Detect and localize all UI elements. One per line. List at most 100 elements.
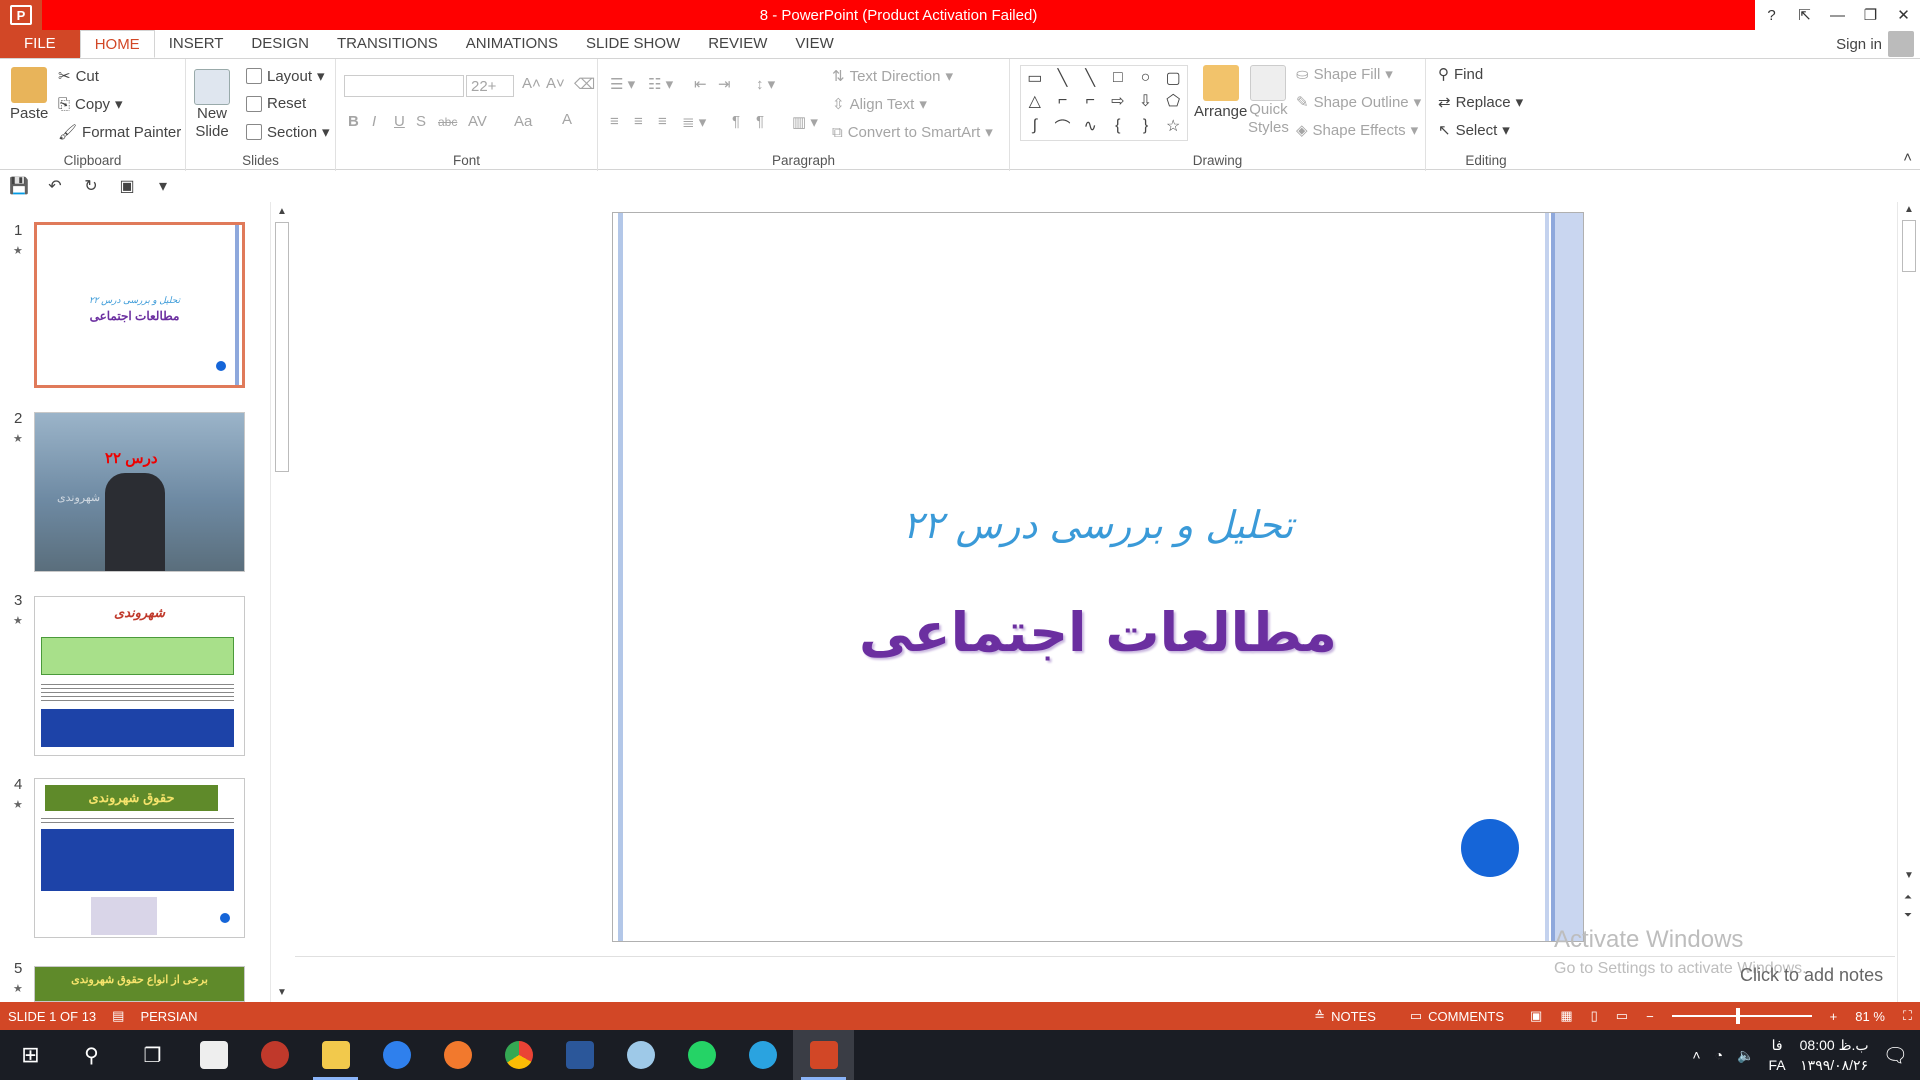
redo-icon[interactable]: ↻: [80, 175, 102, 197]
reading-view-icon[interactable]: ▯: [1591, 1008, 1598, 1024]
thumbnails-scroll-thumb[interactable]: [275, 222, 289, 472]
language-switch[interactable]: فا FA: [1769, 1035, 1786, 1075]
edge-app[interactable]: [366, 1030, 427, 1080]
clear-format-icon[interactable]: ⌫: [574, 75, 595, 93]
tab-home[interactable]: HOME: [79, 30, 155, 58]
tab-file[interactable]: FILE: [0, 30, 80, 58]
convert-smartart-button[interactable]: ⧉ Convert to SmartArt ▾: [832, 123, 993, 142]
slide-scrollbar[interactable]: ▲ ▼ ⏶ ⏷: [1897, 202, 1920, 1002]
shape-fill-button[interactable]: ⛀ Shape Fill ▾: [1296, 65, 1393, 84]
volume-icon[interactable]: 🔈: [1737, 1047, 1754, 1064]
start-button[interactable]: ⊞: [0, 1030, 61, 1080]
new-slide-button[interactable]: New Slide: [194, 69, 230, 141]
scroll-up-icon[interactable]: ▲: [277, 206, 287, 217]
shrink-font-icon[interactable]: A˅: [546, 75, 565, 92]
ribbon-display-button[interactable]: ⇱: [1788, 0, 1821, 30]
zoom-slider[interactable]: [1671, 1008, 1812, 1024]
presentation-app[interactable]: [244, 1030, 305, 1080]
zoom-in-icon[interactable]: +: [1830, 1009, 1838, 1024]
copy-button[interactable]: ⎘ Copy ▾: [58, 95, 123, 114]
powerpoint-icon[interactable]: P: [0, 0, 42, 30]
bullets-icon[interactable]: ☰ ▾: [610, 75, 635, 93]
fit-to-window-icon[interactable]: ⛶: [1903, 1008, 1912, 1024]
decrease-indent-icon[interactable]: ⇤: [694, 75, 707, 93]
close-button[interactable]: ✕: [1887, 0, 1920, 30]
firefox-app[interactable]: [427, 1030, 488, 1080]
telegram-app[interactable]: [732, 1030, 793, 1080]
numbering-icon[interactable]: ☷ ▾: [648, 75, 673, 93]
comments-button[interactable]: ▭ COMMENTS: [1402, 1008, 1512, 1024]
file-explorer-app[interactable]: [305, 1030, 366, 1080]
text-direction-button[interactable]: ⇅ Text Direction ▾: [832, 67, 953, 86]
customize-qat-icon[interactable]: ▾: [152, 175, 174, 197]
notifications-icon[interactable]: 🗨: [1883, 1043, 1908, 1068]
align-center-icon[interactable]: ≡: [634, 113, 643, 130]
find-button[interactable]: ⚲ Find: [1438, 65, 1483, 84]
search-button[interactable]: ⚲: [61, 1030, 122, 1080]
slide-subtitle[interactable]: تحلیل و بررسی درس ۲۲: [613, 503, 1583, 547]
avatar[interactable]: [1888, 31, 1914, 57]
scroll-up-icon[interactable]: ▲: [1904, 204, 1914, 215]
slide-scroll-thumb[interactable]: [1902, 220, 1916, 272]
notes-button[interactable]: ≙ NOTES: [1306, 1008, 1384, 1024]
line-spacing-icon[interactable]: ↕ ▾: [756, 75, 775, 93]
character-spacing-button[interactable]: AV: [468, 113, 487, 130]
zoom-level[interactable]: 81 %: [1855, 1009, 1885, 1024]
strikethrough-button[interactable]: abc: [438, 115, 457, 129]
shape-effects-button[interactable]: ◈ Shape Effects ▾: [1296, 121, 1418, 140]
save-icon[interactable]: 💾: [8, 175, 30, 197]
tab-insert[interactable]: INSERT: [155, 30, 238, 58]
paste-button[interactable]: Paste: [10, 67, 48, 122]
maximize-button[interactable]: ❐: [1854, 0, 1887, 30]
justify-icon[interactable]: ≣ ▾: [682, 113, 706, 131]
grow-font-icon[interactable]: A˄: [522, 75, 541, 92]
reset-button[interactable]: Reset: [246, 95, 306, 112]
whatsapp-app[interactable]: [671, 1030, 732, 1080]
help-button[interactable]: ?: [1755, 0, 1788, 30]
align-text-button[interactable]: ⇳ Align Text ▾: [832, 95, 927, 114]
shadow-button[interactable]: S: [416, 113, 426, 130]
slide-sorter-icon[interactable]: ▦: [1560, 1008, 1572, 1024]
layout-button[interactable]: Layout ▾: [246, 67, 325, 85]
arrange-button[interactable]: Arrange: [1194, 65, 1247, 120]
powerpoint-app[interactable]: [793, 1030, 854, 1080]
paint-app[interactable]: [610, 1030, 671, 1080]
font-size-box[interactable]: 22+: [466, 75, 514, 97]
previous-slide-icon[interactable]: ⏶: [1904, 892, 1912, 903]
font-name-box[interactable]: [344, 75, 464, 97]
tab-design[interactable]: DESIGN: [237, 30, 323, 58]
task-view-button[interactable]: ❐: [122, 1030, 183, 1080]
word-app[interactable]: [549, 1030, 610, 1080]
zoom-slider-knob[interactable]: [1736, 1008, 1741, 1024]
thumbnails-scrollbar[interactable]: ▲ ▼: [270, 202, 292, 1002]
format-painter-button[interactable]: 🖌 Format Painter: [58, 123, 181, 142]
shape-outline-button[interactable]: ✎ Shape Outline ▾: [1296, 93, 1421, 112]
next-slide-icon[interactable]: ⏷: [1904, 910, 1912, 921]
undo-icon[interactable]: ↶: [44, 175, 66, 197]
slideshow-view-icon[interactable]: ▭: [1616, 1008, 1628, 1024]
normal-view-icon[interactable]: ▣: [1530, 1008, 1542, 1024]
blue-circle-shape[interactable]: [1461, 819, 1519, 877]
collapse-ribbon-icon[interactable]: ˄: [1903, 149, 1912, 166]
language-indicator[interactable]: PERSIAN: [132, 1009, 205, 1024]
slide-title[interactable]: مطالعات اجتماعی: [613, 601, 1583, 664]
minimize-button[interactable]: —: [1821, 0, 1854, 30]
quick-styles-button[interactable]: Quick Styles: [1248, 65, 1289, 137]
clock[interactable]: 08:00 ب.ظ ۱۳۹۹/۰۸/۲۶: [1800, 1035, 1869, 1075]
slide-counter[interactable]: SLIDE 1 OF 13: [0, 1009, 104, 1024]
underline-button[interactable]: U: [394, 113, 405, 130]
font-color-button[interactable]: A: [562, 111, 572, 128]
shapes-gallery[interactable]: ▭ ╲ ╲ □ ○ ▢ △ ⌐ ⌐ ⇨ ⇩ ⬠ ∫ ⌒ ∿{} ☆: [1020, 65, 1188, 141]
tab-slideshow[interactable]: SLIDE SHOW: [572, 30, 694, 58]
start-slideshow-icon[interactable]: ▣: [116, 175, 138, 197]
current-slide[interactable]: تحلیل و بررسی درس ۲۲ مطالعات اجتماعی: [612, 212, 1584, 942]
change-case-button[interactable]: Aa: [514, 113, 532, 130]
show-hidden-icons-icon[interactable]: ˄: [1692, 1047, 1700, 1063]
replace-button[interactable]: ⇄ Replace ▾: [1438, 93, 1523, 112]
scroll-down-icon[interactable]: ▼: [1904, 870, 1914, 881]
scroll-down-icon[interactable]: ▼: [277, 987, 287, 998]
bold-button[interactable]: B: [348, 113, 359, 130]
cut-button[interactable]: ✂ Cut: [58, 67, 99, 86]
section-button[interactable]: Section ▾: [246, 123, 330, 141]
wifi-icon[interactable]: ◔: [1715, 1047, 1723, 1063]
